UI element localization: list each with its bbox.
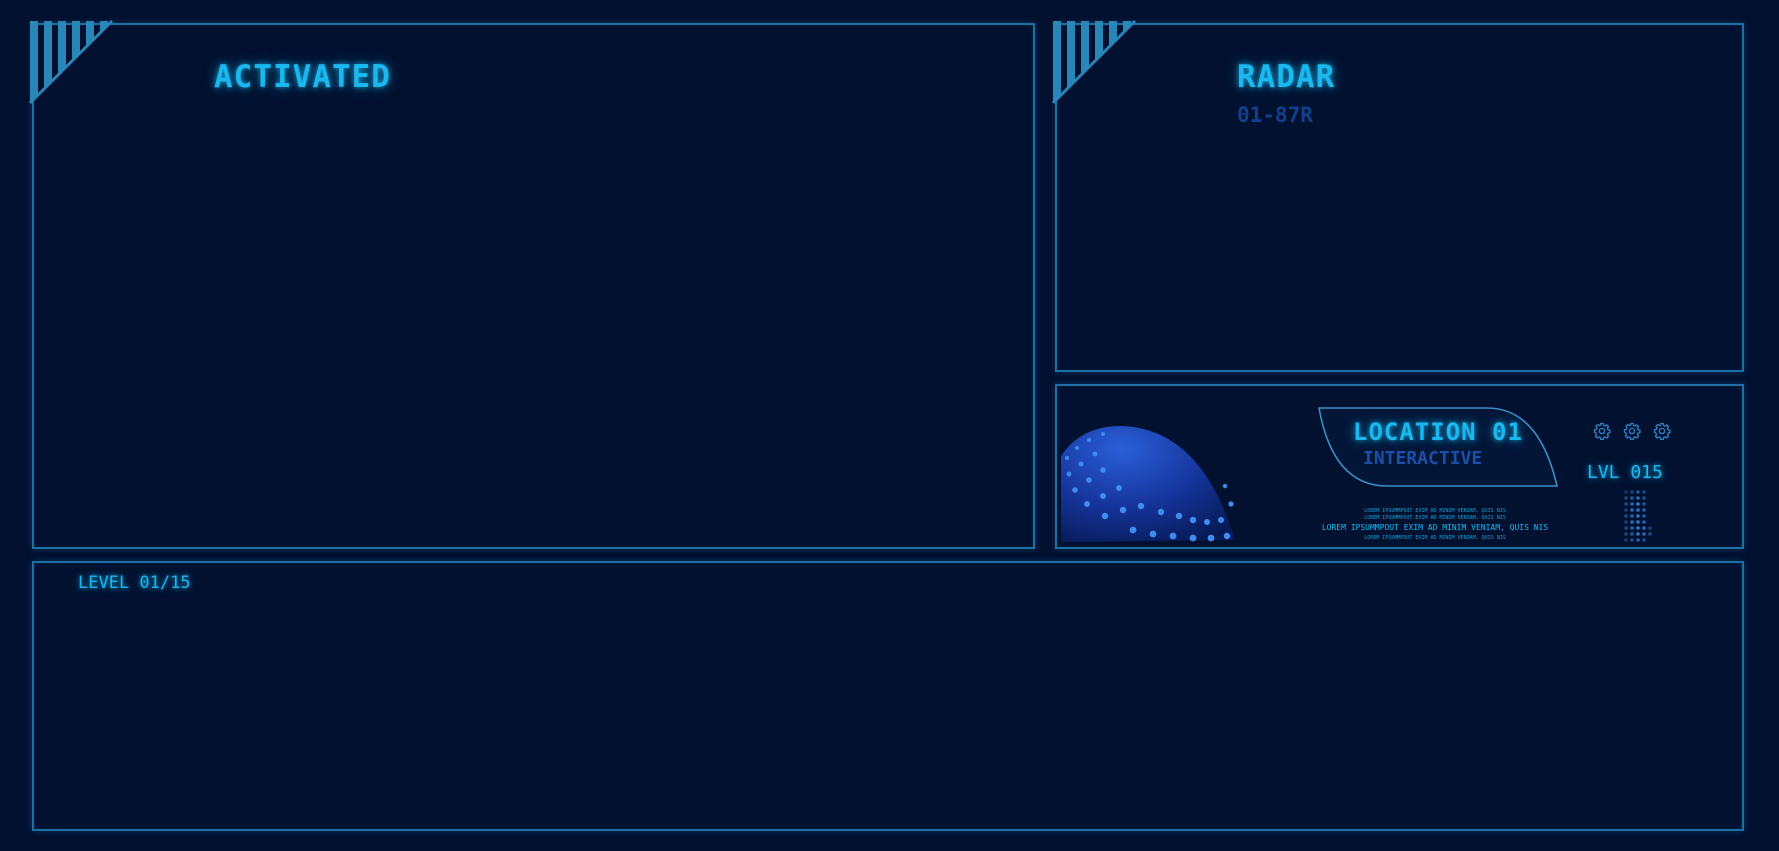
caption-line: LOREM IPSUMMPOUT EXIM AD MINIM VENIAM, Q… — [1364, 508, 1506, 514]
location-subtitle: INTERACTIVE — [1363, 448, 1483, 469]
dot-matrix-graphic — [1624, 490, 1652, 542]
caption-line: LOREM IPSUMMPOUT EXIM AD MINIM VENIAM, Q… — [1364, 535, 1506, 541]
location-panel: LOCATION 01 INTERACTIVE LOREM IPSUMMPOUT… — [1055, 384, 1744, 549]
dome-graphic — [1061, 426, 1235, 542]
radar-title: RADAR — [1237, 59, 1336, 95]
caption-line: LOREM IPSUMMPOUT EXIM AD MINIM VENIAM, Q… — [1321, 523, 1549, 532]
level-indicator: LVL 015 — [1587, 462, 1663, 483]
corner-stripes-decoration — [1051, 19, 1137, 105]
gear-icon[interactable] — [1623, 422, 1641, 440]
radar-code: 01-87R — [1237, 103, 1313, 127]
location-title: LOCATION 01 — [1353, 418, 1523, 446]
activated-title: ACTIVATED — [214, 59, 391, 95]
caption-line: LOREM IPSUMMPOUT EXIM AD MINIM VENIAM, Q… — [1364, 515, 1506, 521]
gear-icon[interactable] — [1593, 422, 1611, 440]
radar-panel: RADAR 01-87R — [1051, 19, 1744, 372]
level-panel: LEVEL 01/15 — [32, 561, 1744, 831]
activated-panel: ACTIVATED — [28, 19, 1035, 549]
corner-stripes-decoration — [28, 19, 114, 105]
level-label: LEVEL 01/15 — [78, 573, 191, 593]
gear-icon[interactable] — [1653, 422, 1671, 440]
